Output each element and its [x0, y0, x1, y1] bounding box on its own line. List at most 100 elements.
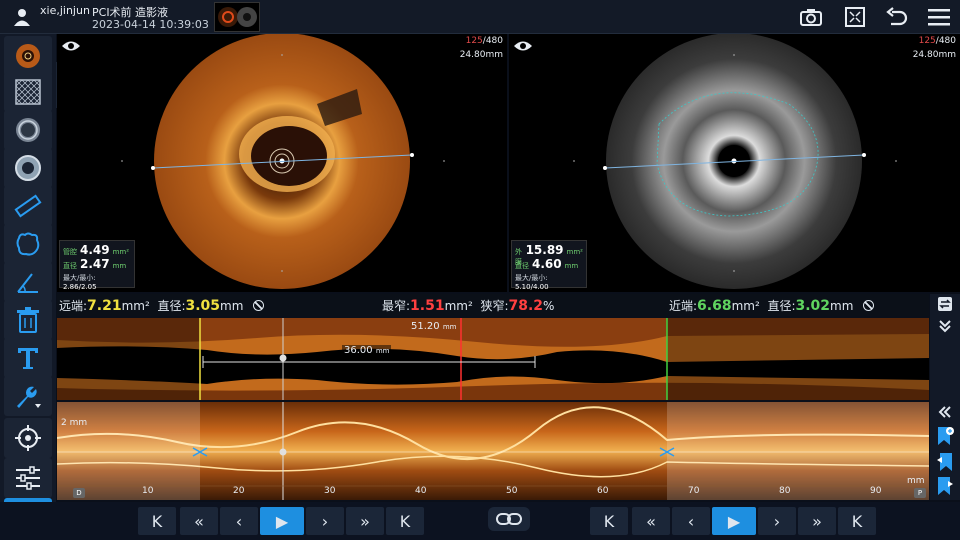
axis-tick: 70 — [688, 486, 700, 496]
visibility-eye-icon[interactable] — [513, 38, 533, 54]
axis-tick: 20 — [233, 486, 245, 496]
top-bar: xie,jinjun PCI术前 造影液 2023-04-14 10:39:03 — [0, 0, 960, 34]
axis-tick: 50 — [506, 486, 518, 496]
no-symbol-icon[interactable] — [863, 300, 875, 311]
prev-frame-button[interactable]: ‹ — [220, 507, 258, 535]
last-frame-button[interactable]: K — [386, 507, 424, 535]
collapse-left-button[interactable] — [933, 402, 957, 422]
lumen-ring-icon — [16, 118, 40, 142]
next-frame-button[interactable]: › — [758, 507, 796, 535]
first-frame-button[interactable]: K — [590, 507, 628, 535]
no-symbol-icon[interactable] — [253, 300, 265, 311]
tool-text[interactable] — [4, 338, 52, 378]
tool-adjust[interactable] — [4, 458, 52, 498]
lumen-area-value: 4.49 — [80, 243, 110, 257]
proximal-marker: P — [914, 488, 926, 498]
bookmark-add-icon — [938, 427, 954, 445]
area-trace-icon — [16, 232, 40, 256]
add-bookmark-button[interactable] — [933, 426, 957, 446]
oct-view-icon — [16, 44, 40, 68]
axis-tick: 60 — [597, 486, 609, 496]
tool-angle[interactable] — [4, 262, 52, 302]
oct-cross-section[interactable]: 125/480 24.80mm 管腔 4.49 mm² 直径 2.47 mm 最大/最小… — [57, 34, 507, 292]
adjust-sliders-icon — [16, 466, 40, 490]
frame-counter: 125/480 — [918, 36, 956, 46]
fast-rewind-button[interactable]: « — [180, 507, 218, 535]
depth-label: 2 mm — [61, 418, 88, 428]
longitudinal-depth-view[interactable]: 2 mm D P mm 10 20 30 40 50 60 70 80 90 — [57, 402, 929, 500]
frame-counter: 125/480 — [465, 36, 503, 46]
total-length-label: 51.20 mm — [411, 321, 457, 332]
camera-icon — [800, 9, 822, 26]
target-icon — [15, 425, 41, 451]
playback-bar: K « ‹ ▶ › » K K « ‹ ▶ › » K — [0, 502, 960, 540]
proximal-reference-info[interactable]: 近端:6.68mm² 直径:3.02mm — [669, 297, 875, 314]
tool-lumen-ring[interactable] — [4, 110, 52, 150]
swap-icon — [938, 297, 952, 311]
visibility-eye-icon[interactable] — [61, 38, 81, 54]
swap-view-button[interactable] — [933, 294, 957, 314]
chevron-double-left-icon — [938, 406, 951, 418]
prev-bookmark-button[interactable] — [933, 452, 957, 472]
longitudinal-lumen-view[interactable]: 51.20 mm 36.00 mm — [57, 318, 929, 400]
tool-vessel-ring[interactable] — [4, 148, 52, 188]
tool-delete[interactable] — [4, 300, 52, 340]
next-bookmark-button[interactable] — [933, 476, 957, 496]
tool-settings[interactable] — [4, 376, 52, 416]
fast-forward-button[interactable]: » — [798, 507, 836, 535]
vessel-area-value: 15.89 — [525, 243, 564, 257]
vessel-ring-icon — [15, 155, 41, 181]
username: xie,jinjun — [40, 4, 90, 17]
fit-screen-icon — [845, 7, 865, 27]
right-sidebar — [930, 294, 960, 500]
menu-icon — [928, 9, 950, 26]
vessel-diameter-value: 4.60 — [532, 257, 562, 271]
mesh-icon — [15, 79, 41, 105]
run-thumbnail[interactable] — [214, 2, 260, 32]
user-icon — [14, 9, 30, 26]
tool-mesh[interactable] — [4, 72, 52, 112]
bookmark-prev-icon — [937, 453, 952, 471]
exam-datetime: 2023-04-14 10:39:03 — [92, 18, 209, 31]
prev-frame-button[interactable]: ‹ — [672, 507, 710, 535]
lumen-measure-box: 管腔 4.49 mm² 直径 2.47 mm 最大/最小: 2.86/2.05 — [59, 240, 135, 291]
play-button[interactable]: ▶ — [712, 507, 756, 535]
min-lumen-info: 最窄:1.51mm² 狭窄:78.2% — [382, 298, 555, 314]
delete-icon — [17, 307, 39, 333]
ivus-cross-section[interactable]: 125/480 24.80mm 外膜 15.89 mm² 直径 4.60 mm 最大/最… — [509, 34, 960, 292]
fast-rewind-button[interactable]: « — [632, 507, 670, 535]
tool-area-trace[interactable] — [4, 224, 52, 264]
first-frame-button[interactable]: K — [138, 507, 176, 535]
axis-unit: mm — [907, 476, 925, 486]
distal-marker: D — [73, 488, 85, 498]
angle-icon — [17, 273, 38, 293]
tool-ruler[interactable] — [4, 186, 52, 226]
collapse-down-button[interactable] — [933, 316, 957, 336]
camera-button[interactable] — [798, 5, 824, 29]
tool-oct-view[interactable] — [4, 36, 52, 76]
depth-scale: 24.80mm — [459, 50, 503, 60]
chevron-double-down-icon — [939, 320, 951, 333]
distal-reference-info[interactable]: 远端:7.21mm² 直径:3.05mm — [59, 297, 265, 314]
link-icon — [496, 513, 522, 525]
lesion-info-bar: 远端:7.21mm² 直径:3.05mm 最窄:1.51mm² 狭窄:78.2%… — [57, 294, 929, 316]
next-frame-button[interactable]: › — [306, 507, 344, 535]
axis-tick: 40 — [415, 486, 427, 496]
tool-target[interactable] — [4, 418, 52, 458]
left-toolbar — [0, 34, 56, 540]
sync-link-button[interactable] — [488, 507, 530, 531]
axis-tick: 30 — [324, 486, 336, 496]
settings-wrench-icon — [17, 386, 41, 408]
main-menu-button[interactable] — [926, 5, 952, 29]
lumen-diameter-value: 2.47 — [80, 257, 110, 271]
fit-screen-button[interactable] — [842, 5, 868, 29]
undo-button[interactable] — [884, 5, 910, 29]
text-icon — [18, 348, 38, 369]
depth-scale: 24.80mm — [912, 50, 956, 60]
ruler-icon — [14, 194, 42, 218]
segment-length-label: 36.00 mm — [342, 345, 392, 356]
axis-tick: 80 — [779, 486, 791, 496]
play-button[interactable]: ▶ — [260, 507, 304, 535]
fast-forward-button[interactable]: » — [346, 507, 384, 535]
last-frame-button[interactable]: K — [838, 507, 876, 535]
